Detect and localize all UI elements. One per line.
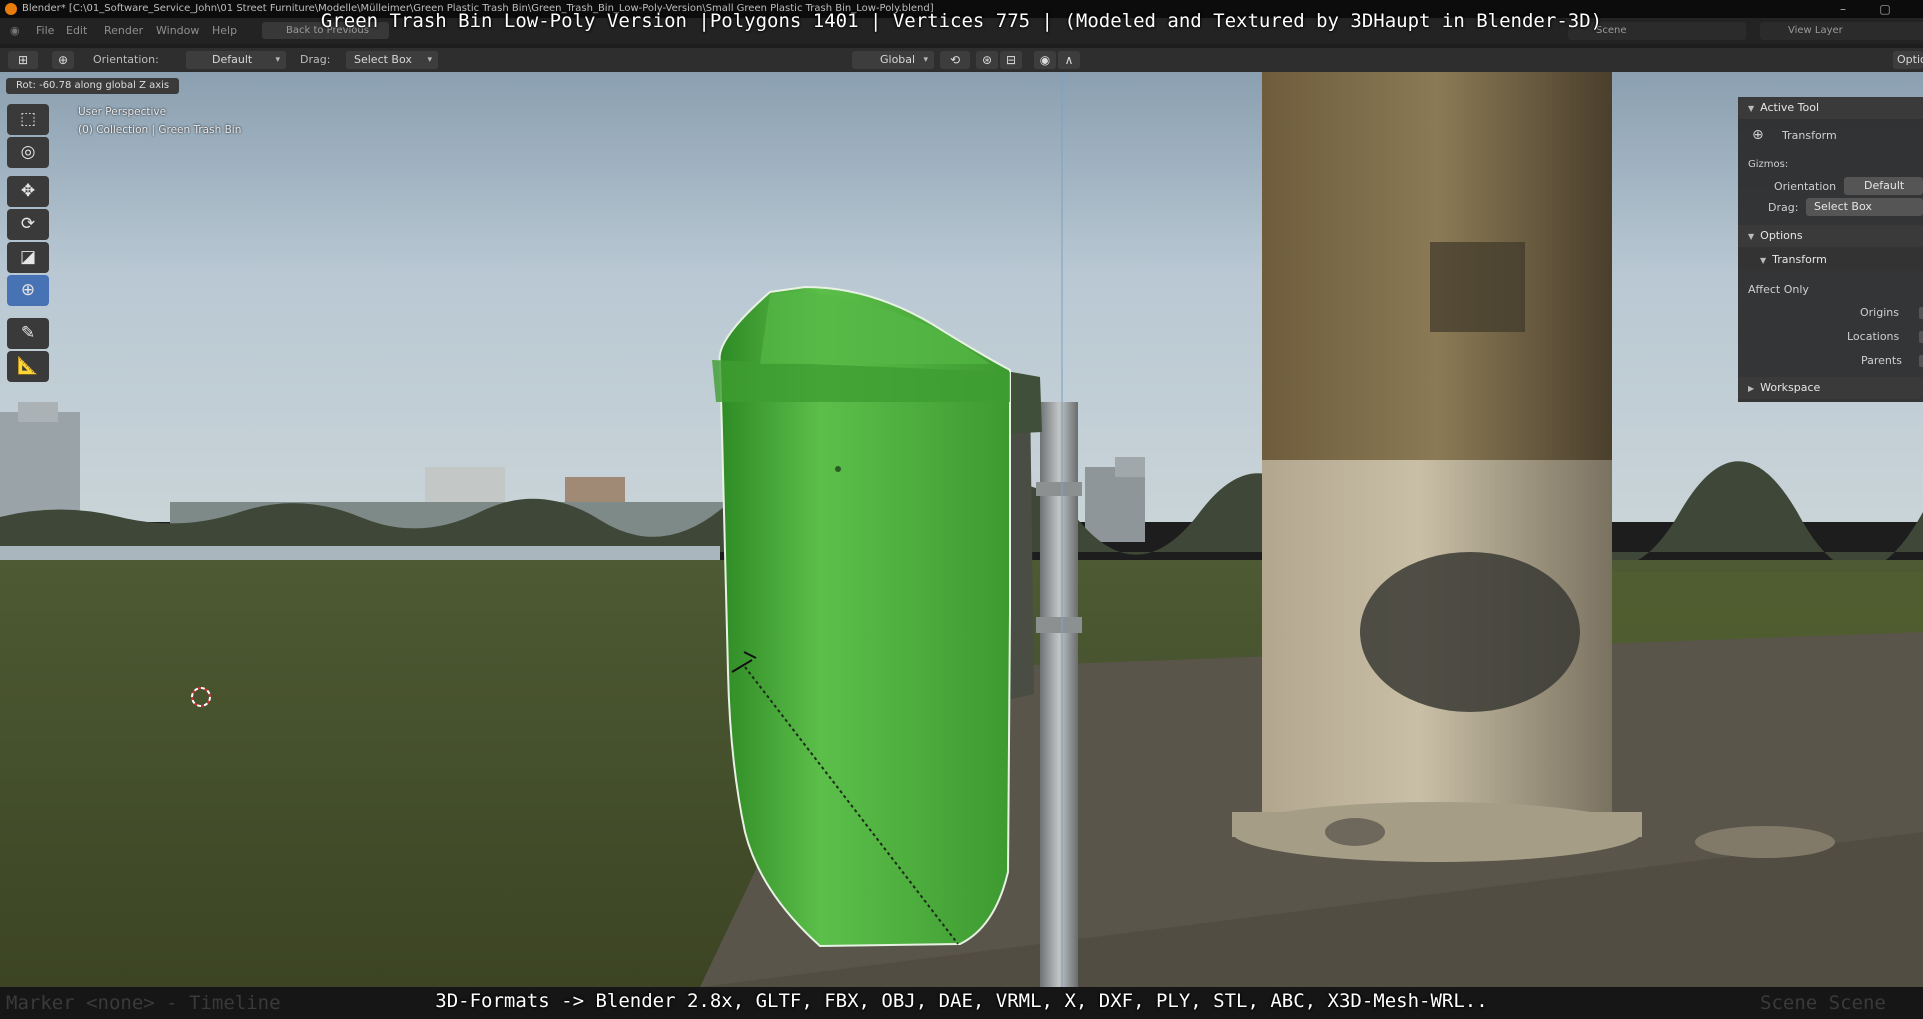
origins-checkbox[interactable] [1919, 307, 1923, 319]
rotate-tool[interactable]: ⟳ [7, 209, 49, 240]
measure-tool[interactable]: 📐 [7, 351, 49, 382]
cursor-tool[interactable]: ◎ [7, 137, 49, 168]
collection-label: (0) Collection | Green Trash Bin [78, 124, 242, 136]
rotate-icon: ⟳ [20, 214, 36, 234]
transform-tool[interactable]: ⊕ [7, 275, 49, 306]
parents-checkbox[interactable] [1919, 355, 1923, 367]
options-section[interactable]: ▼ Options [1738, 225, 1923, 247]
options-header: Options [1760, 229, 1803, 242]
transform-mode-icon[interactable]: ⊕ [52, 51, 74, 69]
viewport-header: ⊞ ⊕ Orientation: Default ▾ Drag: Select … [0, 48, 1923, 73]
chevron-down-icon: ▼ [1748, 232, 1755, 241]
operator-info: Rot: -60.78 along global Z axis [6, 78, 180, 94]
drag-value: Select Box [354, 53, 412, 66]
workspace-section[interactable]: ▶ Workspace [1738, 377, 1923, 399]
options-dropdown[interactable]: Optio [1893, 51, 1923, 69]
transform-tool-icon: ⊕ [1752, 127, 1764, 143]
falloff-icon[interactable]: ∧ [1058, 51, 1080, 69]
chevron-down-icon: ▼ [1760, 256, 1767, 265]
sidebar-n-panel: ▼ Active Tool ⊕ Transform Gizmos: Orienta… [1738, 97, 1923, 402]
caption-top: Green Trash Bin Low-Poly Version |Polygo… [320, 10, 1603, 32]
locations-label: Locations [1847, 330, 1900, 343]
scale-icon: ◪ [19, 247, 37, 267]
3d-cursor-icon[interactable] [188, 684, 214, 710]
measure-icon: 📐 [17, 356, 39, 376]
editor-type-icon[interactable]: ⊞ [8, 51, 38, 69]
chevron-down-icon: ▾ [427, 55, 432, 65]
pivot-point-icon[interactable]: ⟲ [940, 51, 970, 69]
select-box-tool[interactable]: ⬚ [7, 104, 49, 135]
orientation-value: Default [212, 53, 253, 66]
orientation-dropdown[interactable]: Default ▾ [186, 51, 286, 69]
np-drag-dropdown[interactable]: Select Box [1806, 198, 1923, 216]
chevron-down-icon: ▾ [923, 55, 928, 65]
caption-bottom: 3D-Formats -> Blender 2.8x, GLTF, FBX, O… [435, 990, 1488, 1012]
active-tool-header: Active Tool [1760, 101, 1820, 114]
origins-label: Origins [1860, 306, 1899, 319]
cursor-icon: ◎ [20, 142, 36, 162]
perspective-label: User Perspective [78, 106, 167, 118]
scale-tool[interactable]: ◪ [7, 242, 49, 273]
transform-icon: ⊕ [20, 280, 36, 300]
parents-label: Parents [1861, 354, 1902, 367]
annotate-tool[interactable]: ✎ [7, 318, 49, 349]
transform-orientation-value: Global [880, 53, 916, 66]
transform-orientation-dropdown[interactable]: Global ▾ [852, 51, 934, 69]
chevron-right-icon: ▶ [1748, 384, 1755, 393]
np-drag-label: Drag: [1768, 201, 1799, 214]
gizmos-label: Gizmos: [1748, 159, 1789, 170]
workspace-header: Workspace [1760, 381, 1821, 394]
np-orientation-label: Orientation [1774, 180, 1837, 193]
drag-label: Drag: [300, 53, 331, 66]
drag-dropdown[interactable]: Select Box ▾ [346, 51, 438, 69]
active-tool-name: Transform [1782, 129, 1837, 142]
chevron-down-icon: ▾ [275, 55, 280, 65]
select-box-icon: ⬚ [19, 109, 37, 129]
snap-target-icon[interactable]: ⊟ [1000, 51, 1022, 69]
chevron-down-icon: ▼ [1748, 104, 1755, 113]
proportional-edit-icon[interactable]: ◉ [1034, 51, 1056, 69]
np-orientation-dropdown[interactable]: Default [1844, 177, 1923, 195]
transform-subsection[interactable]: ▼ Transform [1738, 249, 1923, 271]
move-icon: ✥ [20, 181, 36, 201]
viewport-scene-render [0, 72, 1923, 987]
orientation-label: Orientation: [93, 53, 159, 66]
locations-checkbox[interactable] [1919, 331, 1923, 343]
transform-sub-label: Transform [1772, 253, 1827, 266]
annotate-icon: ✎ [20, 323, 36, 343]
3d-viewport[interactable]: Rot: -60.78 along global Z axis User Per… [0, 72, 1923, 987]
snap-icon[interactable]: ⊛ [976, 51, 998, 69]
affect-only-label: Affect Only [1748, 283, 1809, 296]
active-tool-section[interactable]: ▼ Active Tool [1738, 97, 1923, 119]
move-tool[interactable]: ✥ [7, 176, 49, 207]
